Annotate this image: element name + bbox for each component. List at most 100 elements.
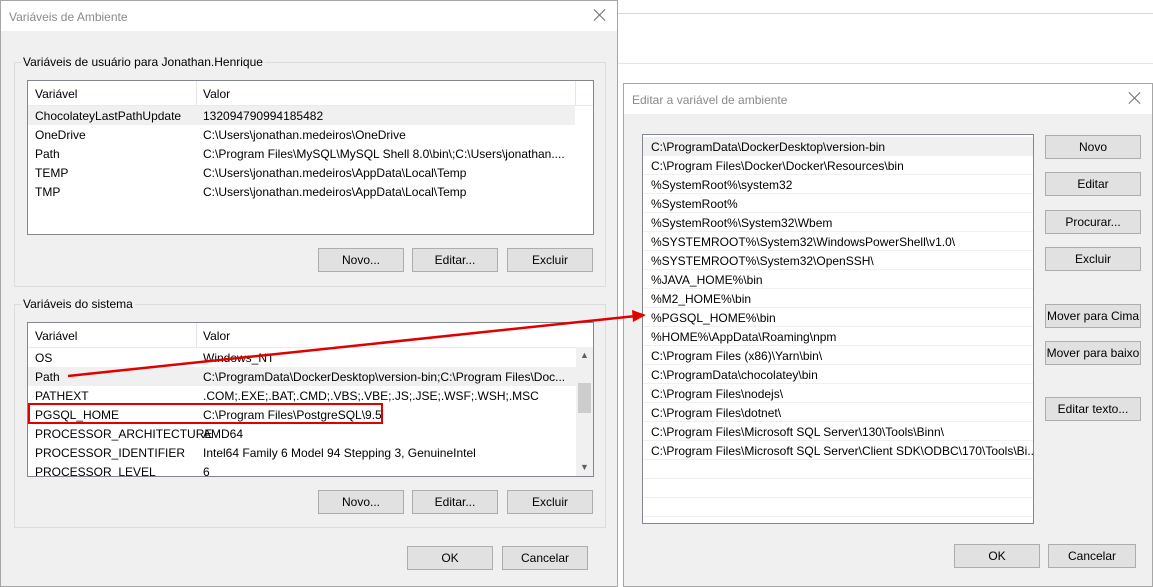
user-variable-row[interactable]: ChocolateyLastPathUpdate 132094790994185… xyxy=(28,106,575,125)
system-variable-row[interactable]: PROCESSOR_IDENTIFIER Intel64 Family 6 Mo… xyxy=(28,443,576,462)
path-entry[interactable]: %SystemRoot%\System32\Wbem xyxy=(643,213,1033,232)
path-entry-text: %HOME%\AppData\Roaming\npm xyxy=(651,330,837,344)
user-delete-button[interactable]: Excluir xyxy=(507,248,593,272)
user-variable-row[interactable]: OneDrive C:\Users\jonathan.medeiros\OneD… xyxy=(28,125,575,144)
path-entry-text: %SystemRoot%\system32 xyxy=(651,178,793,192)
path-entry-text: C:\Program Files\nodejs\ xyxy=(651,387,784,401)
system-variables-list[interactable]: Variável Valor OS Windows_NT Path C:\Pro… xyxy=(27,322,594,477)
list-header: Variável Valor xyxy=(28,81,593,106)
variable-value: AMD64 xyxy=(203,427,244,441)
empty-entry[interactable] xyxy=(643,460,1033,479)
path-entry[interactable]: %SYSTEMROOT%\System32\OpenSSH\ xyxy=(643,251,1033,270)
path-entry[interactable]: %SystemRoot%\system32 xyxy=(643,175,1033,194)
scroll-up-icon[interactable]: ▲ xyxy=(580,350,589,360)
edit-entry-button[interactable]: Editar xyxy=(1045,172,1141,196)
user-edit-button[interactable]: Editar... xyxy=(412,248,498,272)
close-icon[interactable] xyxy=(1126,89,1144,107)
path-entry-text: C:\Program Files\dotnet\ xyxy=(651,406,782,420)
system-variable-row[interactable]: PROCESSOR_LEVEL 6 xyxy=(28,462,576,477)
background-divider xyxy=(618,63,1153,64)
variable-value: 132094790994185482 xyxy=(203,109,324,123)
variable-name: PROCESSOR_ARCHITECTURE xyxy=(35,427,213,441)
title-bar: Editar a variável de ambiente xyxy=(624,84,1152,114)
variable-name: TEMP xyxy=(35,166,69,180)
user-new-button[interactable]: Novo... xyxy=(318,248,404,272)
path-entry[interactable]: C:\Program Files\dotnet\ xyxy=(643,403,1033,422)
path-entry[interactable]: C:\Program Files (x86)\Yarn\bin\ xyxy=(643,346,1033,365)
system-variable-row[interactable]: Path C:\ProgramData\DockerDesktop\versio… xyxy=(28,367,576,386)
delete-entry-button[interactable]: Excluir xyxy=(1045,247,1141,271)
background-divider xyxy=(618,13,1153,14)
path-entry[interactable]: %SystemRoot% xyxy=(643,194,1033,213)
new-entry-button[interactable]: Novo xyxy=(1045,135,1141,159)
path-entry[interactable]: %PGSQL_HOME%\bin xyxy=(643,308,1033,327)
variable-name: TMP xyxy=(35,185,61,199)
variable-name: Path xyxy=(35,147,60,161)
variable-value: .COM;.EXE;.BAT;.CMD;.VBS;.VBE;.JS;.JSE;.… xyxy=(203,389,539,403)
system-delete-button[interactable]: Excluir xyxy=(507,490,593,514)
pgsql-home-highlight xyxy=(28,403,383,424)
dialog-title: Variáveis de Ambiente xyxy=(9,10,128,24)
path-entry[interactable]: %JAVA_HOME%\bin xyxy=(643,270,1033,289)
path-entry[interactable]: C:\ProgramData\DockerDesktop\version-bin xyxy=(643,137,1033,156)
path-entry-text: C:\Program Files (x86)\Yarn\bin\ xyxy=(651,349,823,363)
system-variables-label: Variáveis do sistema xyxy=(21,297,135,311)
user-variable-row[interactable]: TEMP C:\Users\jonathan.medeiros\AppData\… xyxy=(28,163,575,182)
variable-name: PROCESSOR_LEVEL xyxy=(35,465,156,477)
variable-value: 6 xyxy=(203,465,210,477)
variable-value: Windows_NT xyxy=(203,351,275,365)
path-entry[interactable]: C:\Program Files\Microsoft SQL Server\13… xyxy=(643,422,1033,441)
cancel-button[interactable]: Cancelar xyxy=(502,546,588,570)
env-variables-dialog: Variáveis de Ambiente Variáveis de usuár… xyxy=(0,0,618,587)
system-variable-row[interactable]: OS Windows_NT xyxy=(28,348,576,367)
column-value[interactable]: Valor xyxy=(203,329,230,343)
path-entry-text: %M2_HOME%\bin xyxy=(651,292,752,306)
empty-entry[interactable] xyxy=(643,479,1033,498)
system-edit-button[interactable]: Editar... xyxy=(412,490,498,514)
variable-name: OS xyxy=(35,351,53,365)
user-variable-row[interactable]: Path C:\Program Files\MySQL\MySQL Shell … xyxy=(28,144,575,163)
system-variable-row[interactable]: PROCESSOR_ARCHITECTURE AMD64 xyxy=(28,424,576,443)
variable-value: C:\Users\jonathan.medeiros\OneDrive xyxy=(203,128,406,142)
path-entry-text: %SystemRoot% xyxy=(651,197,738,211)
list-header: Variável Valor xyxy=(28,323,593,348)
move-up-button[interactable]: Mover para Cima xyxy=(1045,304,1141,328)
user-variables-label: Variáveis de usuário para Jonathan.Henri… xyxy=(21,55,265,69)
move-down-button[interactable]: Mover para baixo xyxy=(1045,341,1141,365)
path-entry[interactable]: %HOME%\AppData\Roaming\npm xyxy=(643,327,1033,346)
path-entry[interactable]: C:\Program Files\Microsoft SQL Server\Cl… xyxy=(643,441,1033,460)
path-entry-text: C:\ProgramData\chocolatey\bin xyxy=(651,368,818,382)
ok-button[interactable]: OK xyxy=(407,546,493,570)
column-variable[interactable]: Variável xyxy=(35,87,77,101)
path-entry[interactable]: %SYSTEMROOT%\System32\WindowsPowerShell\… xyxy=(643,232,1033,251)
variable-value: C:\ProgramData\DockerDesktop\version-bin… xyxy=(203,370,566,384)
path-entry[interactable]: C:\Program Files\nodejs\ xyxy=(643,384,1033,403)
column-variable[interactable]: Variável xyxy=(35,329,77,343)
variable-name: ChocolateyLastPathUpdate xyxy=(35,109,182,123)
variable-value: C:\Users\jonathan.medeiros\AppData\Local… xyxy=(203,166,467,180)
user-variable-row[interactable]: TMP C:\Users\jonathan.medeiros\AppData\L… xyxy=(28,182,575,201)
edit-ok-button[interactable]: OK xyxy=(954,544,1040,568)
path-entry-text: %SYSTEMROOT%\System32\OpenSSH\ xyxy=(651,254,874,268)
column-value[interactable]: Valor xyxy=(203,87,230,101)
path-entry-text: C:\Program Files\Docker\Docker\Resources… xyxy=(651,159,904,173)
scroll-down-icon[interactable]: ▼ xyxy=(580,462,589,472)
path-entry-text: %SYSTEMROOT%\System32\WindowsPowerShell\… xyxy=(651,235,956,249)
path-entry[interactable]: %M2_HOME%\bin xyxy=(643,289,1033,308)
empty-entry[interactable] xyxy=(643,498,1033,517)
system-new-button[interactable]: Novo... xyxy=(318,490,404,514)
user-variables-list[interactable]: Variável Valor ChocolateyLastPathUpdate … xyxy=(27,80,594,235)
path-entry[interactable]: C:\Program Files\Docker\Docker\Resources… xyxy=(643,156,1033,175)
column-separator xyxy=(196,81,197,105)
vertical-scrollbar[interactable]: ▲ ▼ xyxy=(576,347,593,476)
scrollbar-thumb[interactable] xyxy=(578,383,591,413)
variable-value: Intel64 Family 6 Model 94 Stepping 3, Ge… xyxy=(203,446,476,460)
path-entries-list[interactable]: C:\ProgramData\DockerDesktop\version-bin… xyxy=(642,134,1034,524)
close-icon[interactable] xyxy=(591,6,609,24)
variable-name: PATHEXT xyxy=(35,389,89,403)
browse-button[interactable]: Procurar... xyxy=(1045,210,1141,234)
path-entry[interactable]: C:\ProgramData\chocolatey\bin xyxy=(643,365,1033,384)
path-entry-text: C:\Program Files\Microsoft SQL Server\13… xyxy=(651,425,944,439)
edit-text-button[interactable]: Editar texto... xyxy=(1045,397,1141,421)
edit-cancel-button[interactable]: Cancelar xyxy=(1048,544,1136,568)
